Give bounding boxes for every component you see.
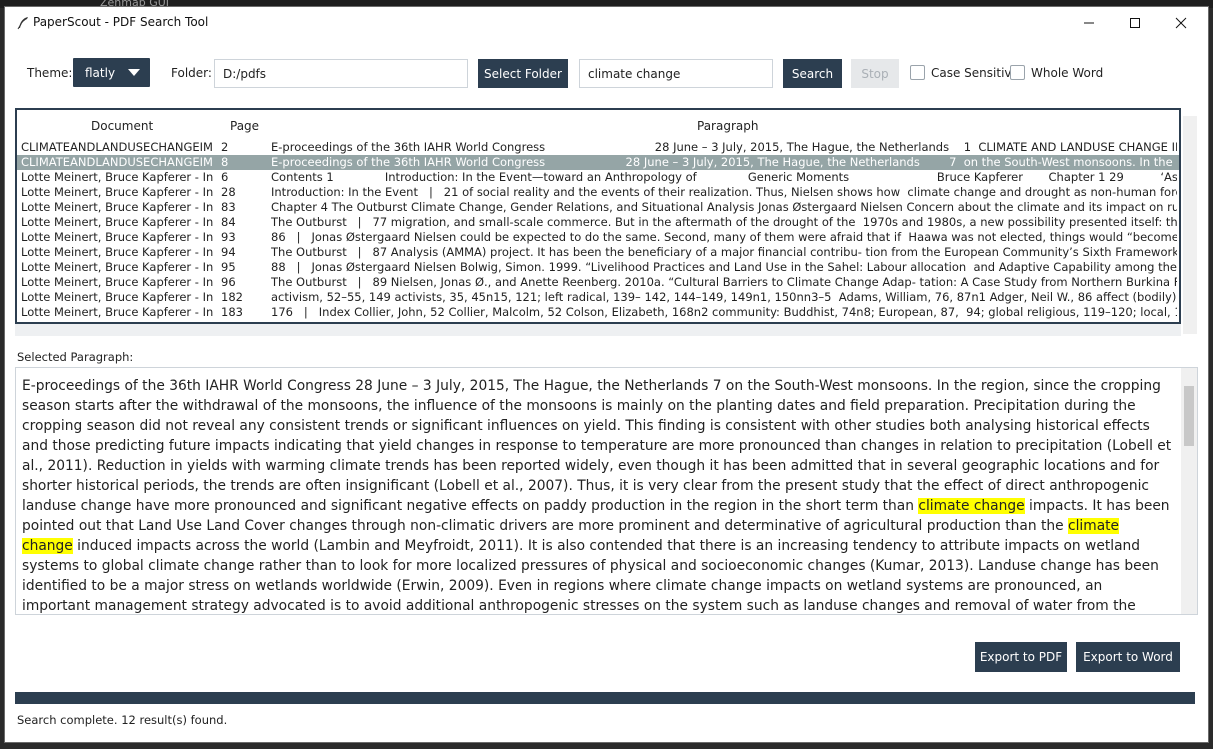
document-cell: Lotte Meinert, Bruce Kapferer - In the [21,260,214,274]
paragraph-cell: E-proceedings of the 36th IAHR World Con… [271,155,1177,169]
page-cell: 8 [221,155,229,169]
scrollbar-thumb[interactable] [1184,386,1194,446]
selected-paragraph-textbox[interactable]: E-proceedings of the 36th IAHR World Con… [15,367,1198,615]
window-title: PaperScout - PDF Search Tool [33,15,209,29]
page-cell: 95 [221,260,236,274]
case-sensitive-label: Case Sensitive [931,66,1019,80]
table-row[interactable]: Lotte Meinert, Bruce Kapferer - In the 18… [17,305,1179,320]
document-cell: Lotte Meinert, Bruce Kapferer - In the [21,305,214,319]
table-row[interactable]: Lotte Meinert, Bruce Kapferer - In the 96… [17,275,1179,290]
app-window: PaperScout - PDF Search Tool Theme: flat… [4,6,1209,743]
table-row[interactable]: Lotte Meinert, Bruce Kapferer - In the 94… [17,245,1179,260]
selected-paragraph-text: E-proceedings of the 36th IAHR World Con… [22,376,1172,614]
table-row[interactable]: CLIMATEANDLANDUSECHANGEIMP 2 E-proceedings… [17,140,1179,155]
paragraph-vertical-scrollbar[interactable] [1181,368,1197,614]
page-cell: 96 [221,275,236,289]
paragraph-cell: activism, 52–55, 149 activists, 35, 45n1… [271,290,1177,304]
paragraph-cell: E-proceedings of the 36th IAHR World Con… [271,140,1177,154]
page-cell: 28 [221,185,236,199]
column-header-paragraph[interactable]: Paragraph [697,119,758,133]
table-row[interactable]: Lotte Meinert, Bruce Kapferer - In the 93… [17,230,1179,245]
page-cell: 2 [221,140,229,154]
page-cell: 182 [221,290,243,304]
chevron-down-icon [128,69,140,76]
results-table: Document Page Paragraph CLIMATEANDLANDUS… [15,108,1181,324]
page-cell: 6 [221,170,229,184]
export-pdf-button[interactable]: Export to PDF [975,642,1067,672]
theme-dropdown[interactable]: flatly [73,58,150,87]
results-horizontal-scrollbar[interactable] [15,324,1181,336]
paragraph-cell: The Outburst | 89 Nielsen, Jonas Ø., and… [271,275,1177,289]
table-row[interactable]: Lotte Meinert, Bruce Kapferer - In the 6 C… [17,170,1179,185]
paragraph-cell: Contents 1 Introduction: In the Event—to… [271,170,1177,184]
whole-word-checkbox[interactable] [1010,65,1025,80]
page-cell: 93 [221,230,236,244]
page-cell: 84 [221,215,236,229]
document-cell: Lotte Meinert, Bruce Kapferer - In the [21,230,214,244]
table-row[interactable]: Lotte Meinert, Bruce Kapferer - In the 83… [17,200,1179,215]
table-row[interactable]: Lotte Meinert, Bruce Kapferer - In the 18… [17,290,1179,305]
paragraph-cell: Introduction: In the Event | 21 of socia… [271,185,1177,199]
results-rows: CLIMATEANDLANDUSECHANGEIMP 2 E-proceedings… [17,140,1179,320]
progress-bar [15,692,1195,704]
search-match-highlight: climate change [918,498,1025,514]
table-row[interactable]: Lotte Meinert, Bruce Kapferer - In the 28… [17,185,1179,200]
paragraph-segment: induced impacts across the world (Lambin… [22,538,1159,614]
results-table-header: Document Page Paragraph [17,110,1179,142]
minimize-icon [1084,22,1094,24]
case-sensitive-checkbox[interactable] [910,65,925,80]
paragraph-cell: Chapter 4 The Outburst Climate Change, G… [271,200,1177,214]
maximize-button[interactable] [1112,7,1158,39]
minimize-button[interactable] [1066,7,1112,39]
table-row[interactable]: Lotte Meinert, Bruce Kapferer - In the 95… [17,260,1179,275]
column-header-page[interactable]: Page [230,119,259,133]
page-cell: 83 [221,200,236,214]
select-folder-button[interactable]: Select Folder [478,59,568,88]
document-cell: Lotte Meinert, Bruce Kapferer - In the [21,215,214,229]
paragraph-cell: 176 | Index Collier, John, 52 Collier, M… [271,305,1177,319]
theme-label: Theme: [27,66,73,80]
selected-paragraph-label: Selected Paragraph: [17,350,134,364]
document-cell: CLIMATEANDLANDUSECHANGEIMP [21,155,214,169]
search-input[interactable]: climate change [579,59,773,88]
folder-input[interactable]: D:/pdfs [214,59,468,88]
maximize-icon [1130,18,1140,28]
document-cell: Lotte Meinert, Bruce Kapferer - In the [21,185,214,199]
paragraph-cell: 86 | Jonas Østergaard Nielsen could be e… [271,230,1177,244]
paragraph-cell: 88 | Jonas Østergaard Nielsen Bolwig, Si… [271,260,1177,274]
document-cell: Lotte Meinert, Bruce Kapferer - In the [21,200,214,214]
title-bar: PaperScout - PDF Search Tool [5,7,1208,39]
page-cell: 183 [221,305,243,319]
page-cell: 94 [221,245,236,259]
results-vertical-scrollbar[interactable] [1183,116,1197,334]
document-cell: Lotte Meinert, Bruce Kapferer - In the [21,170,214,184]
status-text: Search complete. 12 result(s) found. [17,713,228,727]
close-button[interactable] [1158,7,1204,39]
stop-button[interactable]: Stop [851,59,899,88]
document-cell: Lotte Meinert, Bruce Kapferer - In the [21,245,214,259]
close-icon [1175,17,1187,29]
export-word-button[interactable]: Export to Word [1076,642,1180,672]
document-cell: CLIMATEANDLANDUSECHANGEIMP [21,140,214,154]
table-row[interactable]: CLIMATEANDLANDUSECHANGEIMP 8 E-proceedings… [17,155,1179,170]
feather-icon [17,17,28,30]
document-cell: Lotte Meinert, Bruce Kapferer - In the [21,290,214,304]
paragraph-cell: The Outburst | 77 migration, and small-s… [271,215,1177,229]
paragraph-cell: The Outburst | 87 Analysis (AMMA) projec… [271,245,1177,259]
paragraph-segment: E-proceedings of the 36th IAHR World Con… [22,378,1172,514]
folder-label: Folder: [171,66,212,80]
document-cell: Lotte Meinert, Bruce Kapferer - In the [21,275,214,289]
theme-value: flatly [85,65,116,80]
whole-word-label: Whole Word [1031,66,1104,80]
column-header-document[interactable]: Document [91,119,153,133]
search-button[interactable]: Search [783,59,842,88]
table-row[interactable]: Lotte Meinert, Bruce Kapferer - In the 84… [17,215,1179,230]
